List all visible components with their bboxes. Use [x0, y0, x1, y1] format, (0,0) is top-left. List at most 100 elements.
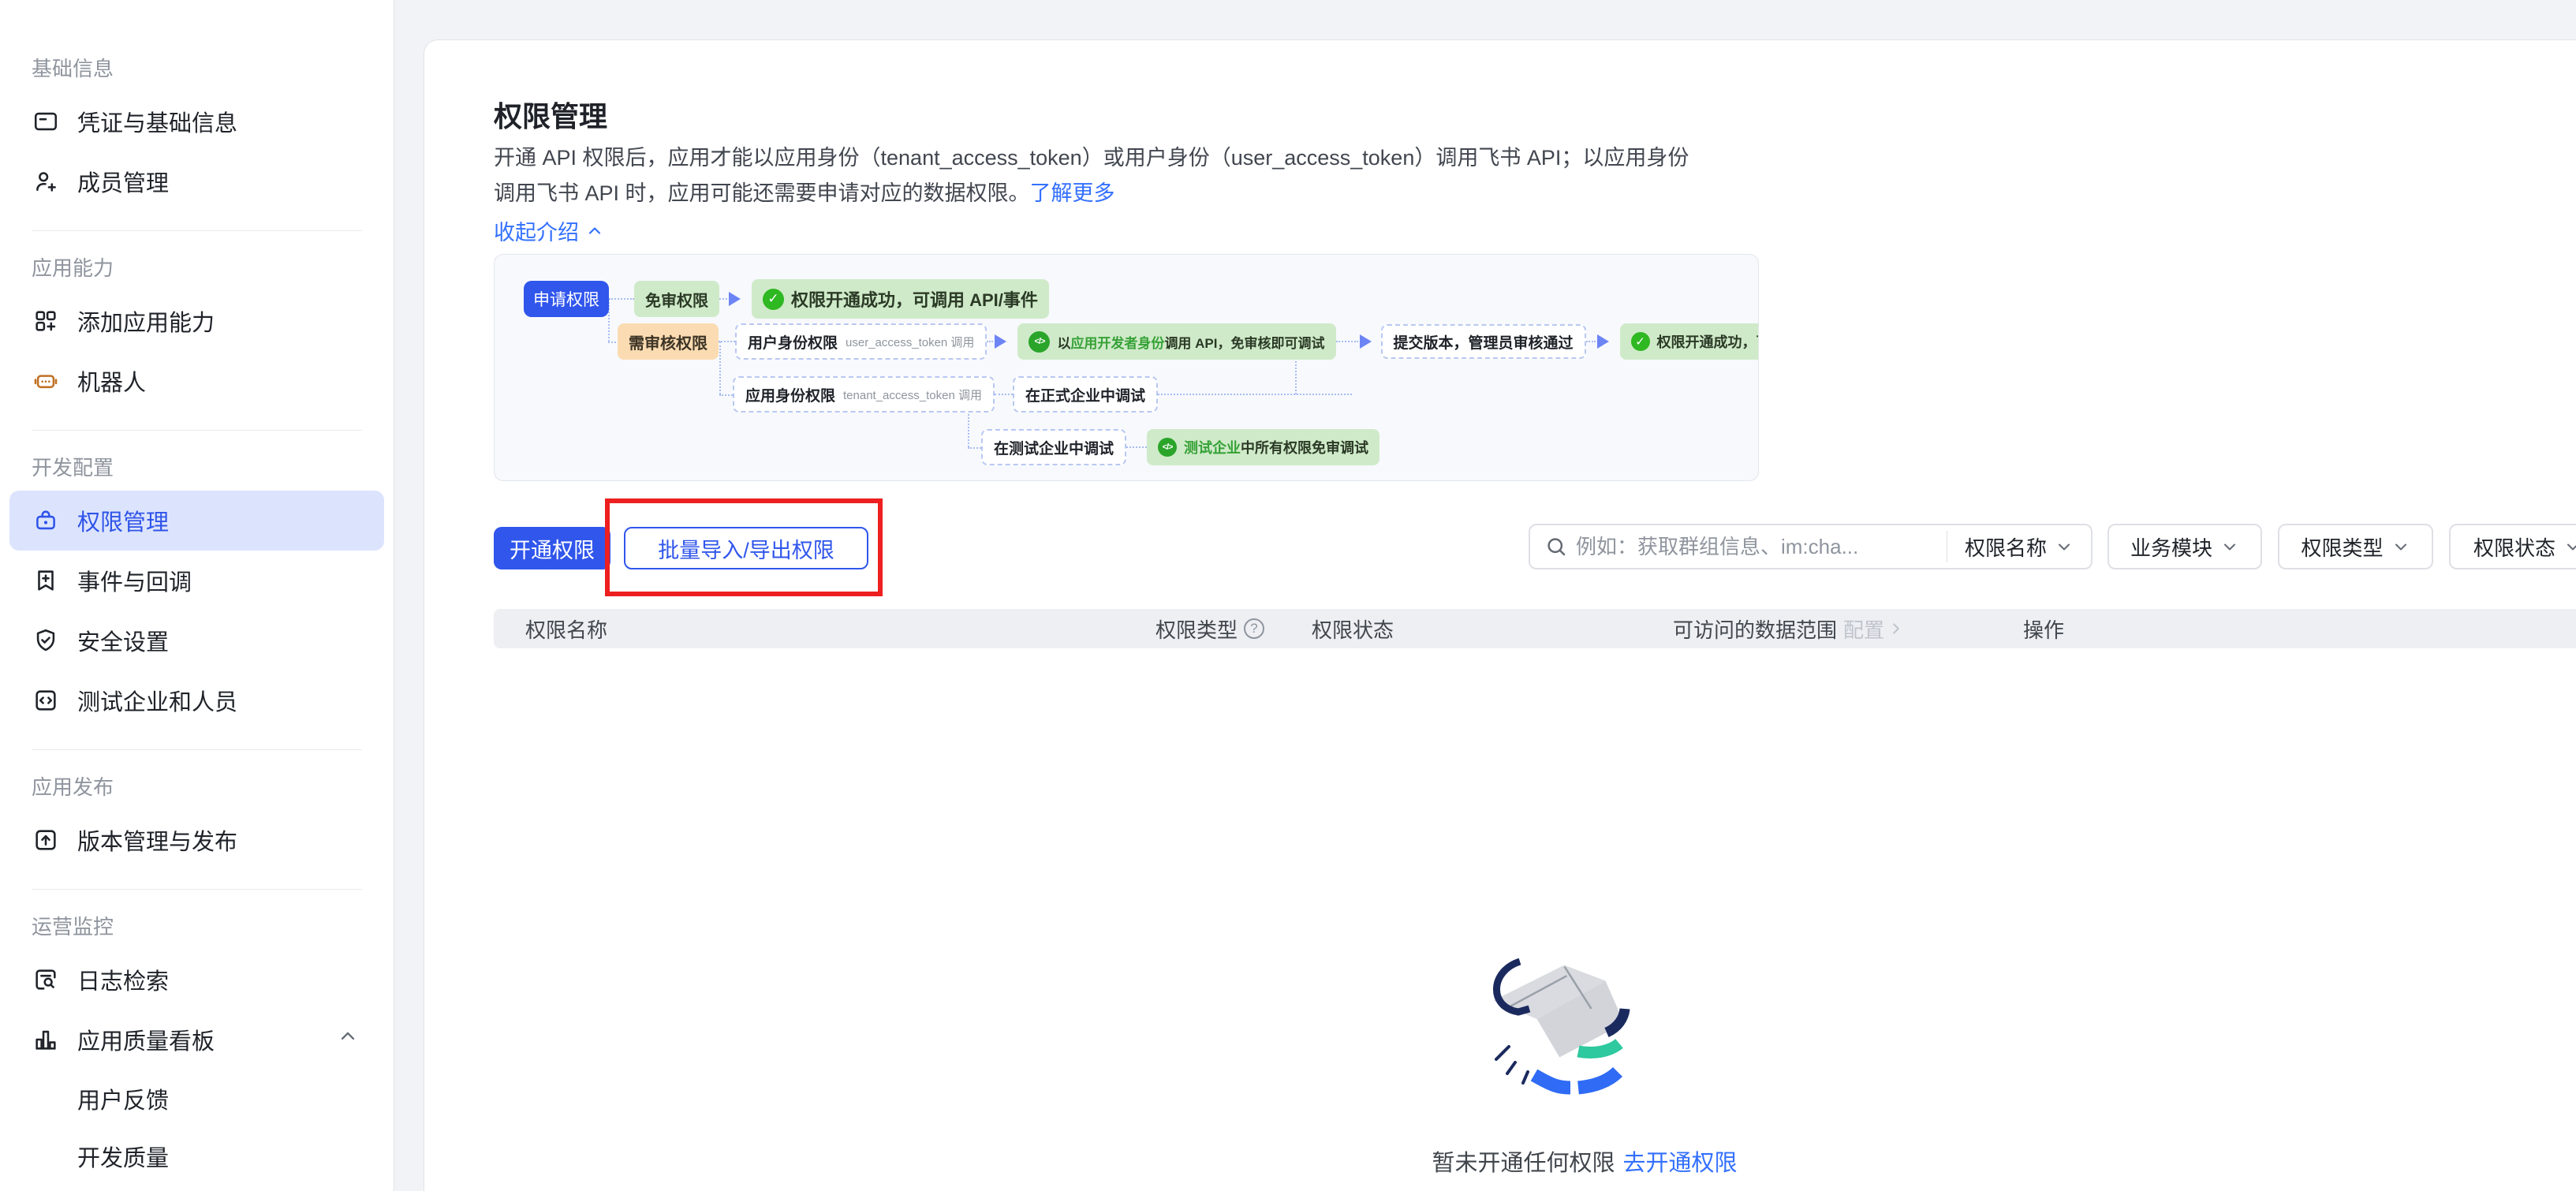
flow-node-no-review: 免审权限 [634, 281, 719, 317]
configure-label: 配置 [1843, 618, 1885, 642]
sidebar-divider [32, 889, 362, 890]
chevron-up-icon [588, 226, 601, 234]
configure-link[interactable]: 配置 [1843, 614, 1905, 644]
sidebar-section-app-release: 应用发布 [32, 775, 114, 799]
sidebar-item-label: 日志检索 [77, 969, 170, 995]
flow-node-need-review: 需审核权限 [618, 323, 719, 360]
sidebar: 基础信息 凭证与基础信息 成员管理 应用能力 添加应用能力 机器人 开发配置 权… [0, 0, 394, 1191]
filter-label: 业务模块 [2130, 536, 2212, 560]
collapse-intro-label: 收起介绍 [494, 221, 579, 245]
sidebar-section-ops-monitoring: 运营监控 [32, 915, 114, 939]
page-title: 权限管理 [494, 100, 608, 133]
upload-box-icon [32, 826, 60, 854]
sidebar-item-add-capability[interactable]: 添加应用能力 [0, 291, 394, 351]
page-description-line2: 调用飞书 API 时，应用可能还需要申请对应的数据权限。了解更多 [494, 180, 1115, 207]
sidebar-section-app-capability: 应用能力 [32, 256, 114, 280]
search-icon [1547, 538, 1566, 556]
learn-more-link[interactable]: 了解更多 [1030, 181, 1115, 205]
collapse-intro-link[interactable]: 收起介绍 [494, 215, 604, 246]
filter-label: 权限类型 [2301, 536, 2384, 560]
sidebar-item-credentials[interactable]: 凭证与基础信息 [0, 91, 394, 151]
sidebar-section-dev-config: 开发配置 [32, 456, 114, 480]
permission-flow-diagram: 申请权限 免审权限 ✓ 权限开通成功，可调用 API/事件 需审核权限 用户身份… [494, 254, 1759, 481]
chevron-down-icon [2567, 543, 2576, 551]
search-input[interactable] [1568, 534, 1947, 559]
flow-connector [968, 447, 981, 449]
sidebar-item-label: 添加应用能力 [77, 311, 215, 336]
flow-node-tenant-identity: 应用身份权限 tenant_access_token 调用 [733, 376, 995, 413]
flow-connector [1126, 446, 1148, 448]
sidebar-item-dev-quality[interactable]: 开发质量 [0, 1127, 394, 1185]
help-icon[interactable]: ? [1244, 618, 1265, 639]
column-actions: 操作 [2023, 618, 2065, 642]
sidebar-item-events-callbacks[interactable]: 事件与回调 [0, 551, 394, 610]
go-open-permission-link[interactable]: 去开通权限 [1623, 1151, 1738, 1176]
flow-node-user-identity: 用户身份权限 user_access_token 调用 [735, 323, 987, 360]
flow-connector [719, 394, 733, 396]
column-permission-type: 权限类型 ? [1155, 609, 1265, 648]
permission-table-header: 权限名称 权限类型 ? 权限状态 可访问的数据范围 配置 操作 [494, 609, 2576, 648]
sidebar-item-user-feedback[interactable]: 用户反馈 [0, 1070, 394, 1127]
flow-connector [1335, 341, 1358, 342]
sidebar-divider [32, 430, 362, 431]
filter-permission-type[interactable]: 权限类型 [2278, 524, 2433, 569]
filter-permission-status[interactable]: 权限状态 [2449, 524, 2576, 569]
flow-connector [1157, 394, 1352, 395]
sidebar-item-security-settings[interactable]: 安全设置 [0, 610, 394, 670]
sidebar-item-label: 测试企业和人员 [77, 690, 238, 715]
code-box-icon [32, 686, 60, 715]
bar-chart-icon [32, 1025, 60, 1054]
empty-state-message: 暂未开通任何权限 [1432, 1151, 1615, 1176]
search-scope-select[interactable]: 权限名称 [1947, 532, 2091, 562]
id-card-icon [32, 107, 60, 136]
column-permission-status: 权限状态 [1312, 618, 1394, 642]
flow-arrow-icon [729, 292, 741, 306]
sidebar-item-label: 用户反馈 [77, 1088, 170, 1114]
flow-node-test-debug: 在测试企业中调试 [981, 429, 1127, 465]
chevron-up-icon[interactable] [337, 1025, 359, 1054]
sidebar-item-permission-management[interactable]: 权限管理 [9, 491, 384, 551]
chevron-down-icon [2224, 543, 2235, 551]
flow-connector [609, 298, 634, 300]
column-data-scope: 可访问的数据范围 配置 [1673, 609, 1905, 648]
filter-label: 权限状态 [2473, 536, 2555, 560]
flow-arrow-icon [995, 334, 1007, 349]
flow-arrow-icon [1596, 334, 1609, 349]
robot-icon [32, 367, 60, 395]
page-description-line1: 开通 API 权限后，应用才能以应用身份（tenant_access_token… [494, 146, 1689, 170]
chevron-down-icon [2395, 543, 2406, 551]
bookmark-plus-icon [32, 566, 60, 595]
permission-management-page: 基础信息 凭证与基础信息 成员管理 应用能力 添加应用能力 机器人 开发配置 权… [0, 0, 2576, 1191]
lock-icon [32, 506, 60, 535]
flow-connector [987, 341, 994, 342]
flow-node-developer-debug: </> 以应用开发者身份调用 API，免审核即可调试 [1017, 323, 1336, 360]
flow-node-test-free-debug: </> 测试企业中所有权限免审调试 [1147, 429, 1380, 465]
sidebar-item-label: 事件与回调 [77, 570, 192, 596]
member-add-icon [32, 167, 60, 196]
sidebar-item-label: 凭证与基础信息 [77, 111, 238, 136]
empty-state: 暂未开通任何权限 去开通权限 [1316, 1144, 1853, 1178]
sidebar-item-quality-dashboard[interactable]: 应用质量看板 [0, 1010, 394, 1070]
check-circle-icon: ✓ [763, 288, 784, 310]
code-circle-icon: </> [1158, 438, 1178, 457]
filter-business-module[interactable]: 业务模块 [2107, 524, 2262, 569]
sidebar-divider [32, 749, 362, 750]
empty-box-illustration [1493, 958, 1630, 1095]
sidebar-divider [32, 230, 362, 231]
flow-node-success-row2: ✓ 权限开通成功，可调用 API/事件 [1619, 323, 1758, 360]
chevron-right-icon [1893, 623, 1899, 634]
sidebar-item-bot[interactable]: 机器人 [0, 351, 394, 411]
grid-plus-icon [32, 307, 60, 335]
batch-import-export-button[interactable]: 批量导入/导出权限 [624, 527, 868, 569]
sidebar-item-test-company[interactable]: 测试企业和人员 [0, 670, 394, 730]
sidebar-item-label: 版本管理与发布 [77, 830, 238, 855]
search-scope-label: 权限名称 [1964, 536, 2047, 560]
sidebar-item-version-release[interactable]: 版本管理与发布 [0, 810, 394, 870]
column-permission-name: 权限名称 [525, 618, 608, 642]
open-permission-button[interactable]: 开通权限 [494, 527, 610, 569]
flow-connector [994, 394, 1013, 395]
sidebar-item-members[interactable]: 成员管理 [0, 151, 394, 211]
flow-connector [1585, 341, 1596, 342]
flow-connector [719, 341, 735, 342]
sidebar-item-log-search[interactable]: 日志检索 [0, 950, 394, 1010]
